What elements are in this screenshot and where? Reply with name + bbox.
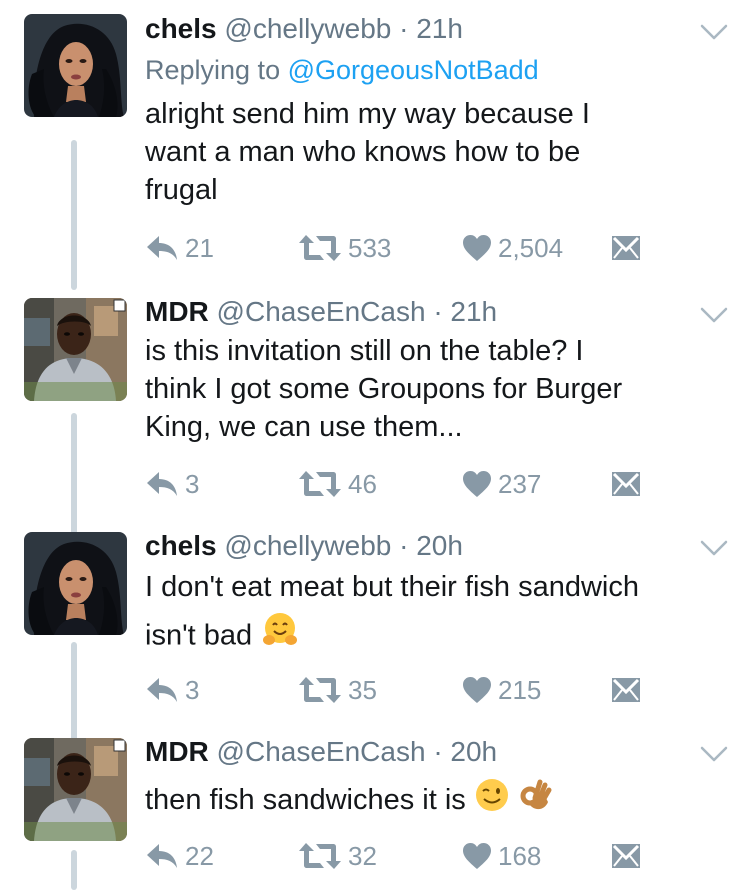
tweet-actions: 21 533 2,504 <box>145 230 705 266</box>
reply-count: 3 <box>185 468 200 499</box>
chevron-down-icon[interactable] <box>700 305 728 325</box>
tweet-text-line: I don't eat meat but their fish sandwich <box>145 571 639 603</box>
thread-line <box>71 850 77 890</box>
retweet-button[interactable]: 35 <box>298 672 377 708</box>
replying-to-label: Replying to <box>145 55 281 85</box>
tweet-text: I don't eat meat but their fish sandwich… <box>145 564 730 664</box>
like-count: 215 <box>498 674 542 705</box>
tweet-text-line: isn't bad <box>145 610 730 664</box>
reply-icon <box>145 470 179 498</box>
tweet-text-line: alright send him my way because I <box>145 98 590 130</box>
reply-icon <box>145 234 179 262</box>
tweet-text-line: then fish sandwiches it is <box>145 784 466 817</box>
handle[interactable]: @ChaseEnCash <box>217 296 426 327</box>
retweet-icon <box>298 469 342 499</box>
avatar[interactable] <box>24 738 127 841</box>
direct-message-icon <box>611 471 641 497</box>
retweet-icon <box>298 841 342 871</box>
tweet-header: chels @chellywebb · 21h <box>145 12 463 46</box>
timestamp[interactable]: · 21h <box>399 13 463 44</box>
avatar[interactable] <box>24 14 127 117</box>
reply-count: 22 <box>185 840 214 871</box>
heart-icon <box>462 676 492 704</box>
reply-button[interactable]: 3 <box>145 466 199 502</box>
tweet-4[interactable]: MDR @ChaseEnCash · 20h then fish sandwic… <box>0 730 750 890</box>
chevron-down-icon[interactable] <box>700 538 728 558</box>
retweet-count: 533 <box>348 232 392 263</box>
reply-button[interactable]: 3 <box>145 672 199 708</box>
reply-count: 3 <box>185 674 200 705</box>
tweet-text: then fish sandwiches it is <box>145 776 730 827</box>
display-name[interactable]: chels <box>145 13 217 44</box>
tweet-3[interactable]: chels @chellywebb · 20h I don't eat meat… <box>0 520 750 742</box>
direct-message-icon <box>611 677 641 703</box>
handle[interactable]: @chellywebb <box>224 530 391 561</box>
retweet-count: 32 <box>348 840 377 871</box>
tweet-actions: 3 46 237 <box>145 466 705 502</box>
heart-icon <box>462 842 492 870</box>
direct-message-button[interactable] <box>611 230 641 266</box>
retweet-button[interactable]: 533 <box>298 230 391 266</box>
tweet-text-line: King, we can use them... <box>145 411 463 443</box>
display-name[interactable]: MDR <box>145 736 209 767</box>
winking-face-emoji <box>474 777 510 826</box>
reply-icon <box>145 676 179 704</box>
tweet-text-line: is this invitation still on the table? I <box>145 335 584 367</box>
display-name[interactable]: chels <box>145 530 217 561</box>
tweet-text-line: want a man who knows how to be <box>145 136 581 168</box>
avatar[interactable] <box>24 298 127 401</box>
heart-icon <box>462 234 492 262</box>
direct-message-icon <box>611 843 641 869</box>
thread-line <box>71 140 77 290</box>
like-count: 237 <box>498 468 542 499</box>
tweet-1[interactable]: chels @chellywebb · 21h Replying to @Gor… <box>0 0 750 290</box>
heart-icon <box>462 470 492 498</box>
like-button[interactable]: 168 <box>462 838 541 874</box>
direct-message-icon <box>611 235 641 261</box>
direct-message-button[interactable] <box>611 672 641 708</box>
reply-icon <box>145 842 179 870</box>
handle[interactable]: @ChaseEnCash <box>217 736 426 767</box>
tweet-actions: 22 32 168 <box>145 838 705 874</box>
mention-link[interactable]: @GorgeousNotBadd <box>288 55 539 85</box>
display-name[interactable]: MDR <box>145 296 209 327</box>
tweet-text-line-2: isn't bad <box>145 619 253 652</box>
retweet-button[interactable]: 32 <box>298 838 377 874</box>
reply-button[interactable]: 22 <box>145 838 214 874</box>
like-button[interactable]: 215 <box>462 672 541 708</box>
ok-hand-emoji <box>518 776 554 827</box>
tweet-text-line: frugal <box>145 174 218 206</box>
direct-message-button[interactable] <box>611 466 641 502</box>
like-count: 168 <box>498 840 542 871</box>
tweet-text: is this invitation still on the table? I… <box>145 332 730 446</box>
timestamp[interactable]: · 20h <box>399 530 463 561</box>
replying-to: Replying to @GorgeousNotBadd <box>145 55 539 86</box>
chevron-down-icon[interactable] <box>700 744 728 764</box>
tweet-header: chels @chellywebb · 20h <box>145 529 463 563</box>
reply-count: 21 <box>185 232 214 263</box>
thread-line <box>71 642 77 742</box>
like-button[interactable]: 2,504 <box>462 230 563 266</box>
retweet-icon <box>298 233 342 263</box>
timestamp[interactable]: · 21h <box>433 296 497 327</box>
tweet-text-line: think I got some Groupons for Burger <box>145 373 623 405</box>
avatar[interactable] <box>24 532 127 635</box>
retweet-button[interactable]: 46 <box>298 466 377 502</box>
like-count: 2,504 <box>498 232 564 263</box>
chevron-down-icon[interactable] <box>700 22 728 42</box>
tweet-actions: 3 35 215 <box>145 672 705 708</box>
hugging-face-emoji <box>260 610 300 664</box>
tweet-text: alright send him my way because I want a… <box>145 95 730 209</box>
retweet-count: 46 <box>348 468 377 499</box>
tweet-header: MDR @ChaseEnCash · 21h <box>145 295 497 329</box>
reply-button[interactable]: 21 <box>145 230 214 266</box>
tweet-header: MDR @ChaseEnCash · 20h <box>145 735 497 769</box>
handle[interactable]: @chellywebb <box>224 13 391 44</box>
timestamp[interactable]: · 20h <box>433 736 497 767</box>
retweet-icon <box>298 675 342 705</box>
retweet-count: 35 <box>348 674 377 705</box>
direct-message-button[interactable] <box>611 838 641 874</box>
like-button[interactable]: 237 <box>462 466 541 502</box>
tweet-2[interactable]: MDR @ChaseEnCash · 21h is this invitatio… <box>0 285 750 538</box>
